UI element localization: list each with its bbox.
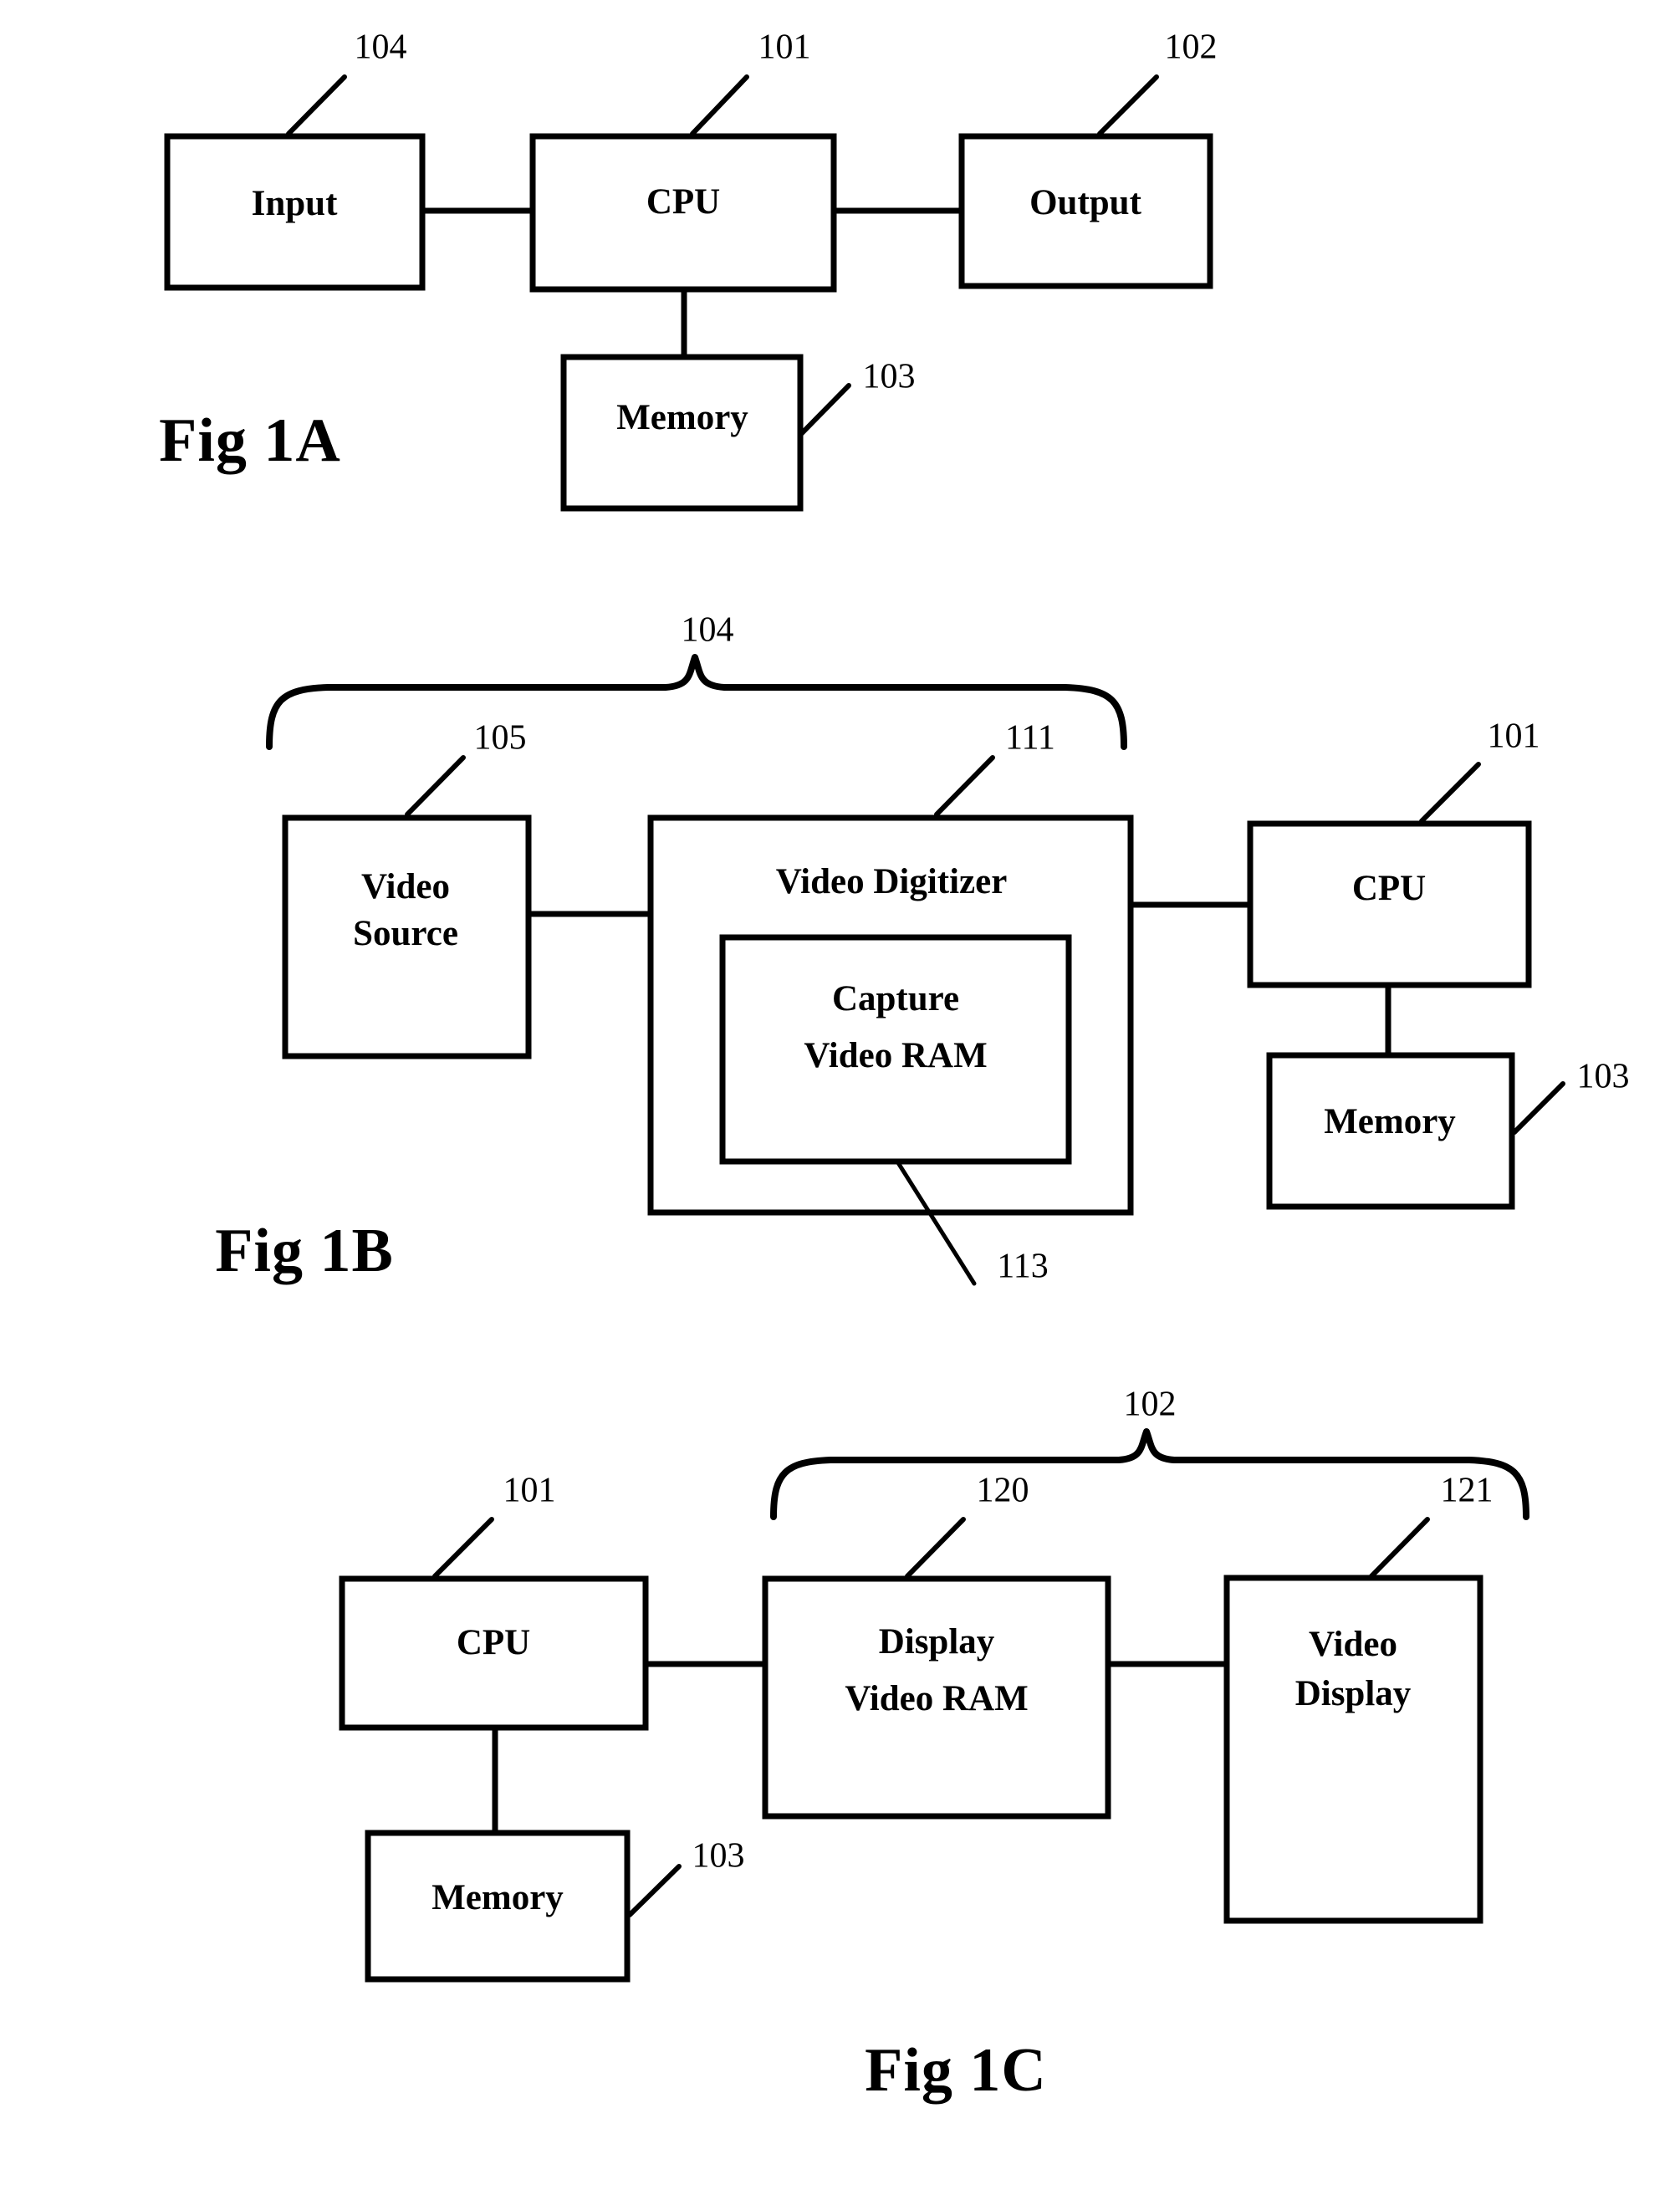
box-cpu-1c-label: CPU	[457, 1623, 530, 1662]
box-video-source-label-line1: Video	[361, 867, 450, 906]
ref-numeral-104: 104	[355, 28, 407, 67]
leader-line-102	[1097, 74, 1159, 136]
box-capture-video-ram-label-line1: Capture	[832, 979, 959, 1018]
box-cpu-label: CPU	[646, 182, 720, 222]
box-cpu-1b-label: CPU	[1352, 869, 1426, 908]
box-display-video-ram-label-line1: Display	[879, 1622, 995, 1662]
figure-1b-caption: Fig 1B	[215, 1217, 394, 1285]
box-input-label: Input	[252, 184, 338, 223]
ref-numeral-102-1c: 102	[1124, 1386, 1177, 1424]
box-video-display-label-line2: Display	[1295, 1674, 1412, 1713]
leader-line-103	[798, 383, 851, 437]
leader-line-104	[286, 74, 347, 136]
figure-1a: Input CPU Output Memory 104 101 102 103 …	[159, 28, 1218, 512]
ref-numeral-101-1c: 101	[503, 1472, 556, 1510]
leader-line-101-1c	[432, 1517, 494, 1579]
leader-line-121	[1369, 1517, 1430, 1579]
figure-1a-caption: Fig 1A	[159, 406, 341, 475]
ref-numeral-104-1b: 104	[682, 611, 734, 650]
brace-output-subsystem	[770, 1428, 1529, 1520]
leader-line-103-1c	[627, 1864, 682, 1917]
leader-line-101-1b	[1419, 762, 1481, 824]
ref-numeral-101-1b: 101	[1488, 717, 1540, 756]
ref-numeral-102: 102	[1165, 28, 1218, 67]
figure-1c-caption: Fig 1C	[865, 2036, 1047, 2105]
box-video-source-label-line2: Source	[353, 914, 458, 953]
box-video-display-label-line1: Video	[1309, 1625, 1397, 1664]
ref-numeral-101: 101	[758, 28, 811, 67]
box-output-label: Output	[1029, 183, 1142, 222]
ref-numeral-120: 120	[977, 1472, 1029, 1510]
leader-line-105	[405, 755, 466, 817]
figure-sheet-canvas: Input CPU Output Memory 104 101 102 103 …	[159, 28, 1629, 2105]
box-memory-label: Memory	[616, 398, 748, 437]
ref-numeral-103: 103	[863, 358, 916, 396]
leader-line-101	[690, 74, 749, 136]
ref-numeral-111: 111	[1005, 719, 1055, 758]
box-display-video-ram-label-line2: Video RAM	[845, 1679, 1028, 1718]
box-video-digitizer-label: Video Digitizer	[776, 862, 1008, 901]
ref-numeral-103-1b: 103	[1577, 1058, 1630, 1096]
leader-line-120	[905, 1517, 966, 1579]
brace-input-subsystem	[266, 654, 1127, 750]
box-memory-1b-label: Memory	[1324, 1102, 1456, 1141]
ref-numeral-121: 121	[1441, 1472, 1494, 1510]
box-capture-video-ram-label-line2: Video RAM	[804, 1036, 987, 1075]
ref-numeral-105: 105	[474, 719, 527, 758]
ref-numeral-113: 113	[997, 1248, 1048, 1286]
ref-numeral-103-1c: 103	[692, 1837, 745, 1876]
box-memory-1c-label: Memory	[431, 1878, 564, 1917]
leader-line-103-1b	[1512, 1081, 1565, 1135]
figure-1c: CPU Display Video RAM Video Display Memo…	[339, 1386, 1529, 2105]
patent-figure-sheet: Input CPU Output Memory 104 101 102 103 …	[0, 0, 1680, 2195]
figure-1b: Video Source Video Digitizer Capture Vid…	[215, 611, 1629, 1286]
leader-line-111	[934, 755, 995, 817]
